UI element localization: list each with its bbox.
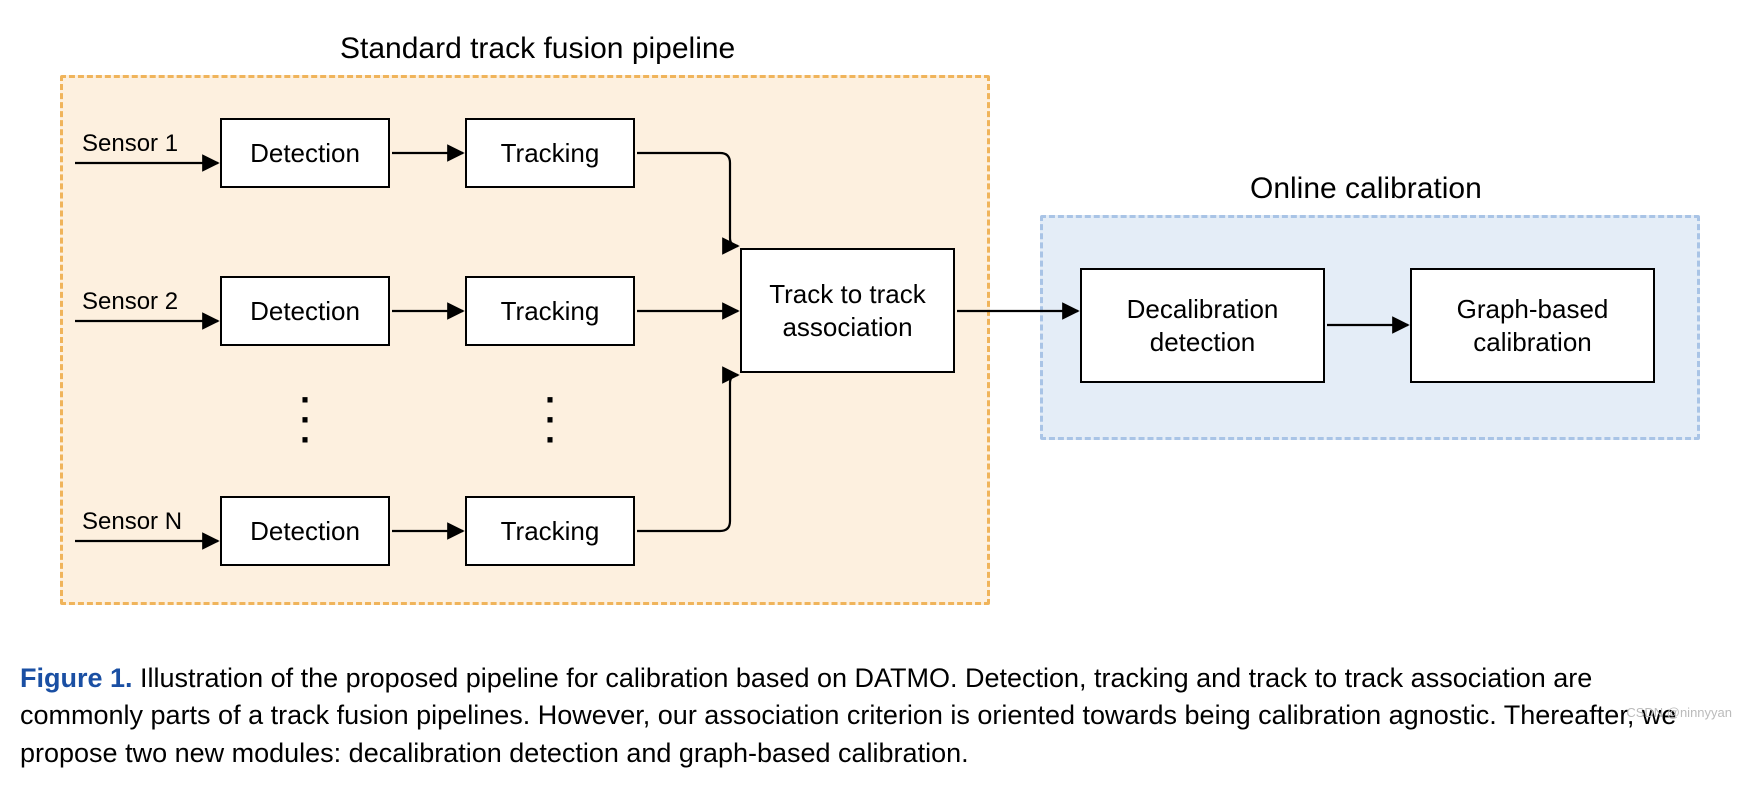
tracking-2-node: Tracking (465, 276, 635, 346)
watermark-text: CSDN @ninnyyan (1626, 705, 1732, 720)
detection-1-node: Detection (220, 118, 390, 188)
decalibration-detection-node: Decalibration detection (1080, 268, 1325, 383)
diagram-container: Standard track fusion pipeline Online ca… (20, 20, 1740, 640)
figure-caption: Figure 1. Illustration of the proposed p… (20, 660, 1720, 772)
sensor-2-label: Sensor 2 (82, 288, 178, 316)
tracking-1-node: Tracking (465, 118, 635, 188)
graph-calibration-node: Graph-based calibration (1410, 268, 1655, 383)
detection-2-node: Detection (220, 276, 390, 346)
detection-n-node: Detection (220, 496, 390, 566)
online-calibration-title: Online calibration (1250, 172, 1482, 206)
figure-label: Figure 1. (20, 663, 133, 693)
sensor-1-label: Sensor 1 (82, 130, 178, 158)
track-to-track-node: Track to track association (740, 248, 955, 373)
figure-caption-text: Illustration of the proposed pipeline fo… (20, 663, 1676, 768)
vertical-ellipsis-icon: ··· (300, 390, 312, 449)
pipeline-title: Standard track fusion pipeline (340, 32, 735, 66)
tracking-n-node: Tracking (465, 496, 635, 566)
sensor-n-label: Sensor N (82, 508, 182, 536)
vertical-ellipsis-icon: ··· (545, 390, 557, 449)
